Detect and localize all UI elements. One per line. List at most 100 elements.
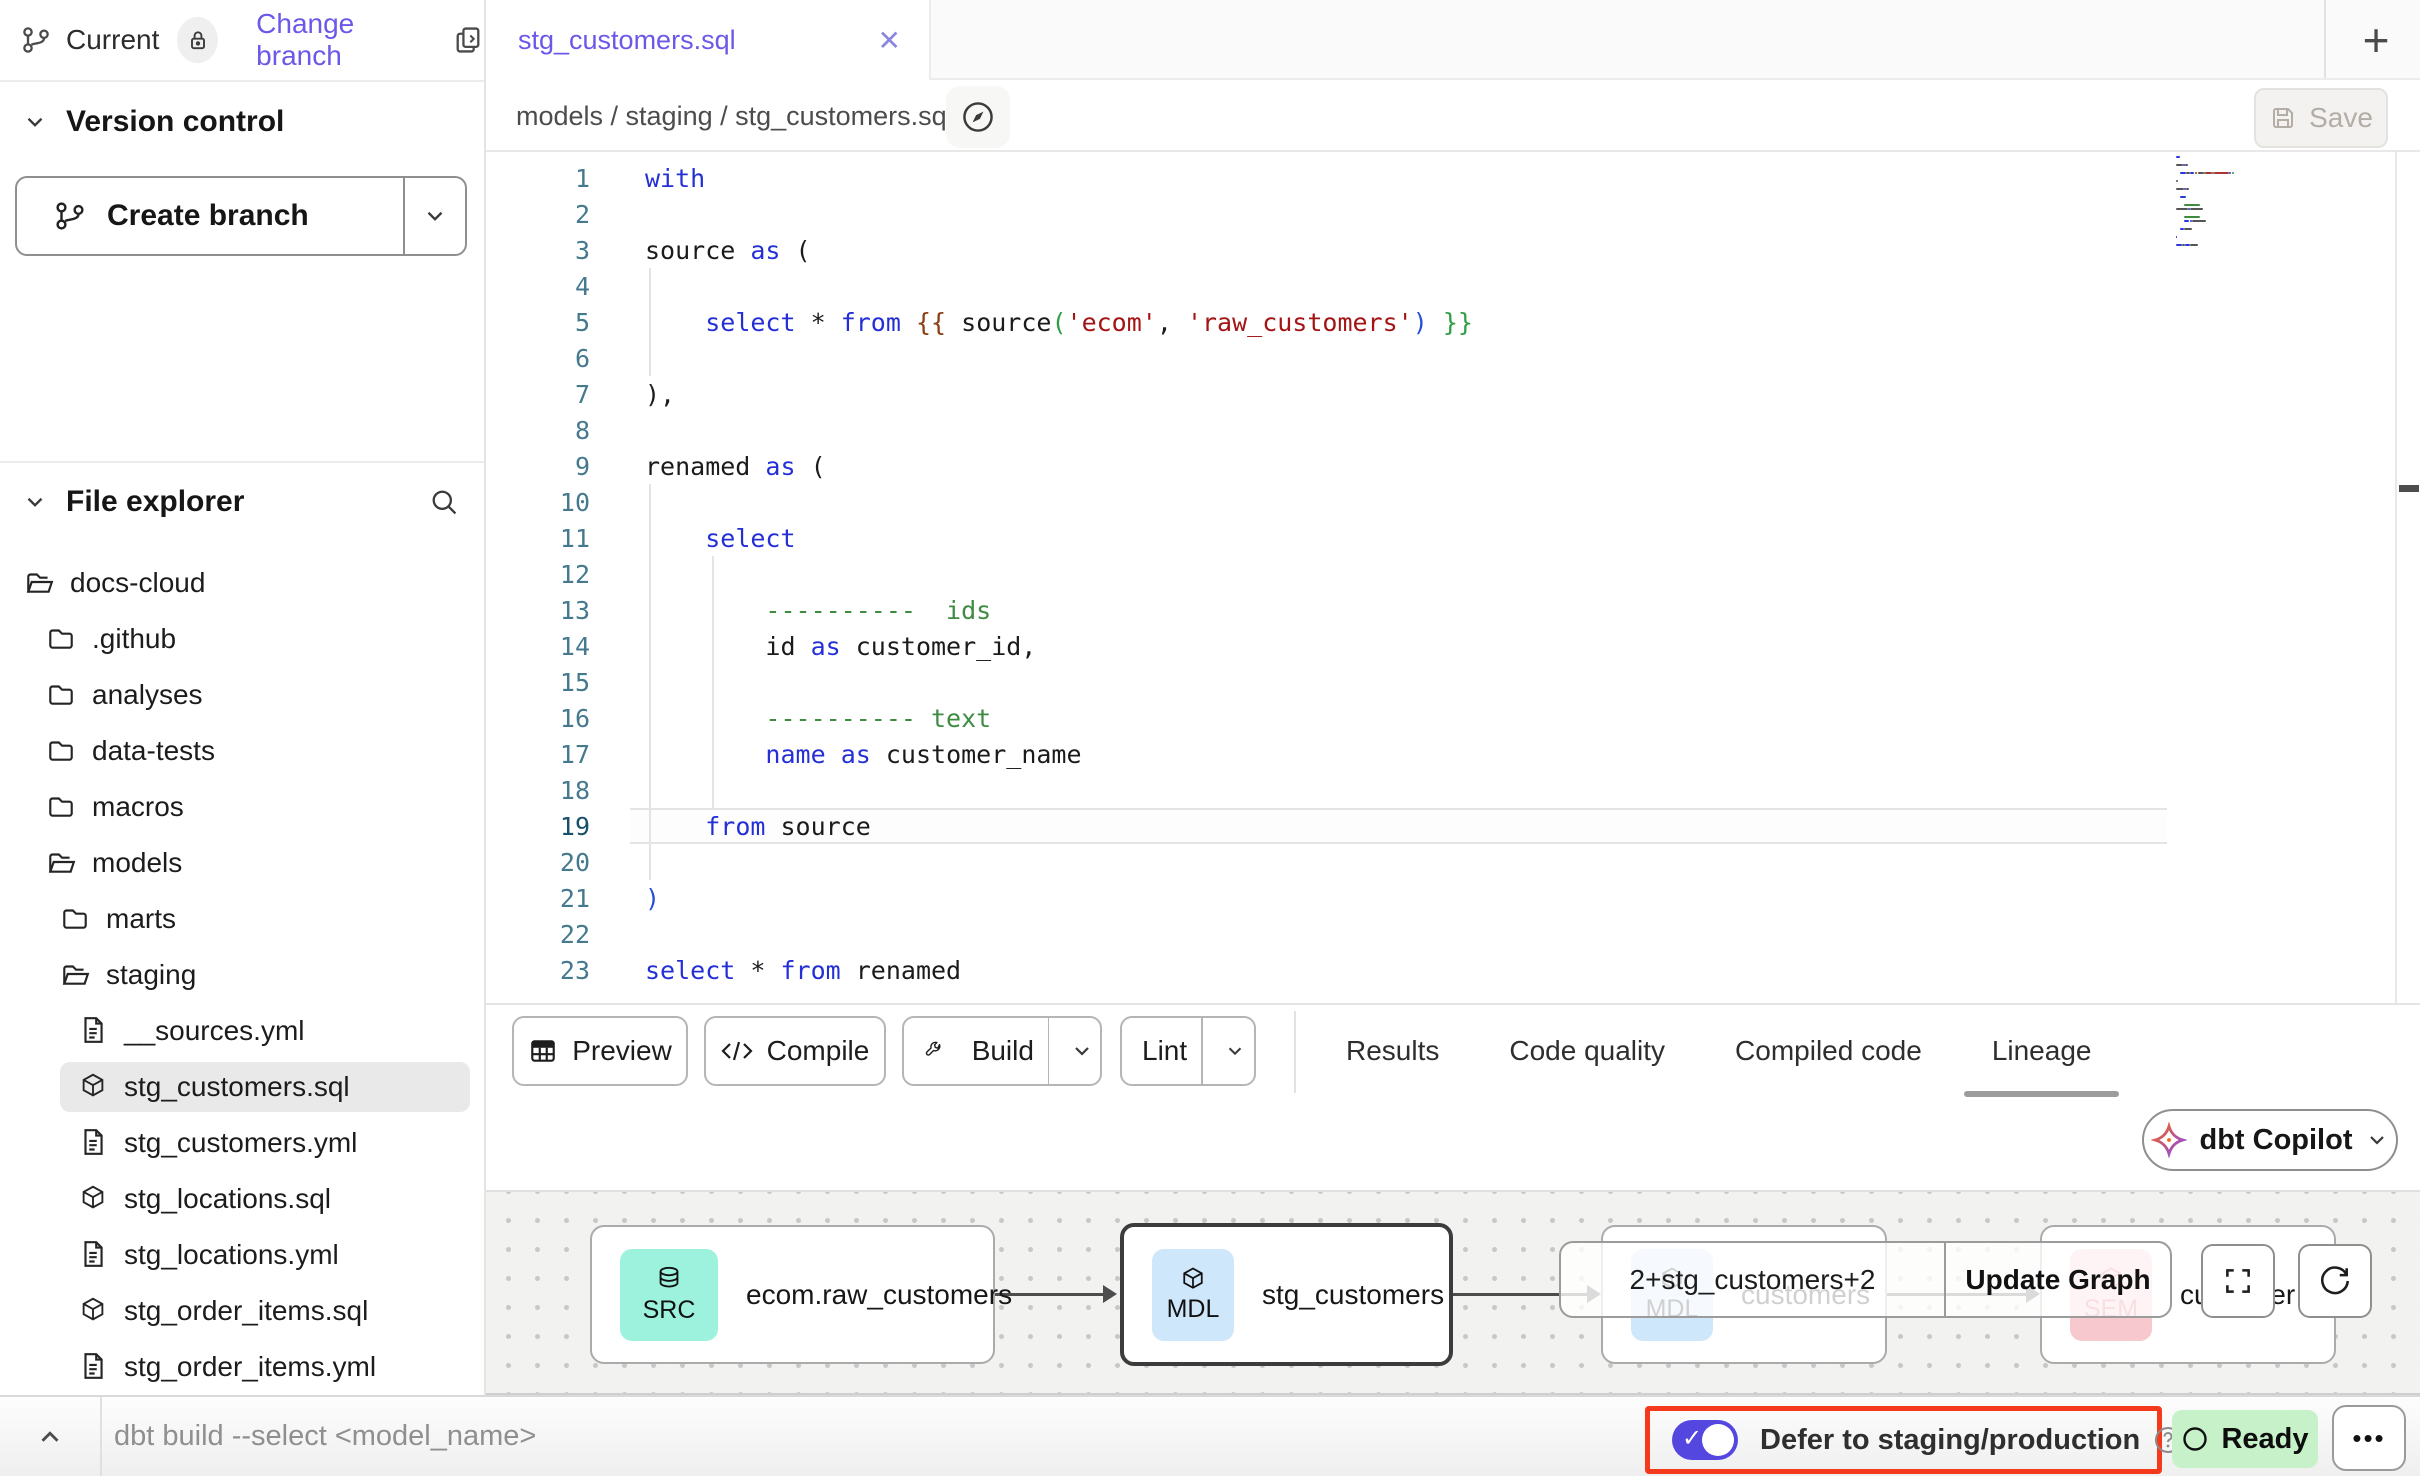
file-tree-item[interactable]: stg_locations.yml — [0, 1227, 484, 1283]
tab-stg-customers-sql[interactable]: stg_customers.sql ✕ — [486, 0, 931, 80]
yaml-file-icon — [78, 1239, 110, 1271]
code-line[interactable]: 19 from source — [486, 808, 2420, 844]
update-graph-button[interactable]: Update Graph — [1946, 1264, 2170, 1296]
file-tree-item-label: stg_order_items.sql — [124, 1295, 368, 1327]
change-branch-link[interactable]: Change branch — [256, 8, 426, 72]
more-options-button[interactable]: ••• — [2332, 1405, 2406, 1471]
file-tree-item[interactable]: stg_order_items.yml — [0, 1339, 484, 1395]
save-button[interactable]: Save — [2254, 88, 2388, 148]
folder-open-icon — [24, 567, 56, 599]
file-tree-item[interactable]: __sources.yml — [0, 1003, 484, 1059]
fullscreen-button[interactable] — [2201, 1244, 2275, 1318]
wrench-icon — [924, 1036, 944, 1066]
lineage-panel[interactable]: SRC ecom.raw_customers MDL stg_customers… — [486, 1190, 2420, 1395]
lineage-selector-input[interactable]: 2+stg_customers+2 — [1561, 1264, 1944, 1296]
create-branch-button[interactable]: Create branch — [15, 176, 467, 256]
file-tree-item[interactable]: macros — [0, 779, 484, 835]
build-dropdown[interactable] — [1063, 1039, 1100, 1063]
folder-icon — [46, 623, 78, 655]
status-badge[interactable]: Ready — [2172, 1410, 2318, 1468]
code-line[interactable]: 22 — [486, 916, 2420, 952]
code-line[interactable]: 15 — [486, 664, 2420, 700]
lineage-node-source[interactable]: SRC ecom.raw_customers — [590, 1225, 995, 1364]
code-line[interactable]: 23select * from renamed — [486, 952, 2420, 988]
overview-ruler-marker — [2399, 485, 2419, 492]
folder-icon — [46, 791, 78, 823]
file-tree-item[interactable]: marts — [0, 891, 484, 947]
code-line[interactable]: 4 — [486, 268, 2420, 304]
code-line[interactable]: 14 id as customer_id, — [486, 628, 2420, 664]
dbt-copilot-icon — [2151, 1122, 2187, 1158]
chevron-down-icon — [22, 489, 48, 515]
panel-tab-lineage[interactable]: Lineage — [1992, 1005, 2092, 1097]
file-tree-item[interactable]: .github — [0, 611, 484, 667]
compile-button[interactable]: Compile — [704, 1016, 886, 1086]
new-tab-button[interactable]: + — [2344, 8, 2408, 72]
git-branch-icon — [20, 24, 52, 56]
code-line[interactable]: 3source as ( — [486, 232, 2420, 268]
collapse-panel-button[interactable] — [18, 1397, 82, 1476]
code-text: ), — [645, 380, 675, 409]
code-line[interactable]: 6 — [486, 340, 2420, 376]
create-branch-dropdown[interactable] — [405, 203, 465, 229]
lineage-node-stg-customers[interactable]: MDL stg_customers — [1120, 1223, 1453, 1366]
panel-tabs: Results Code quality Compiled code Lineage — [1346, 1005, 2091, 1097]
code-line[interactable]: 18 — [486, 772, 2420, 808]
close-icon[interactable]: ✕ — [878, 24, 901, 57]
file-tree-item[interactable]: data-tests — [0, 723, 484, 779]
code-line[interactable]: 9renamed as ( — [486, 448, 2420, 484]
panel-tab-compiled-code[interactable]: Compiled code — [1735, 1005, 1922, 1097]
code-line[interactable]: 16 ---------- text — [486, 700, 2420, 736]
code-line[interactable]: 20 — [486, 844, 2420, 880]
build-button[interactable]: Build — [902, 1016, 1102, 1086]
file-explorer-section-header[interactable]: File explorer — [0, 476, 484, 528]
preview-button[interactable]: Preview — [512, 1016, 688, 1086]
overview-ruler[interactable] — [2395, 152, 2397, 1003]
file-tree-item[interactable]: stg_customers.yml — [0, 1115, 484, 1171]
code-text: renamed as ( — [645, 452, 826, 481]
code-line[interactable]: 1with — [486, 160, 2420, 196]
lineage-selector-bar: 2+stg_customers+2 Update Graph — [1559, 1241, 2172, 1318]
code-line[interactable]: 5 select * from {{ source('ecom', 'raw_c… — [486, 304, 2420, 340]
search-icon[interactable] — [428, 486, 460, 518]
file-tree-item[interactable]: models — [0, 835, 484, 891]
code-editor[interactable]: 1with23source as (45 select * from {{ so… — [486, 152, 2420, 1003]
refresh-button[interactable] — [2298, 1244, 2372, 1318]
lint-dropdown[interactable] — [1217, 1040, 1254, 1062]
file-tree-item-label: stg_customers.yml — [124, 1127, 357, 1159]
copy-icon[interactable] — [452, 24, 484, 56]
file-tree-item[interactable]: docs-cloud — [0, 555, 484, 611]
panel-tab-code-quality[interactable]: Code quality — [1509, 1005, 1665, 1097]
file-tree-item[interactable]: stg_customers.sql — [0, 1059, 484, 1115]
file-tree-item[interactable]: stg_locations.sql — [0, 1171, 484, 1227]
code-line[interactable]: 8 — [486, 412, 2420, 448]
code-line[interactable]: 13 ---------- ids — [486, 592, 2420, 628]
code-line[interactable]: 2 — [486, 196, 2420, 232]
explore-compass-button[interactable] — [946, 86, 1010, 148]
file-tree-item[interactable]: staging — [0, 947, 484, 1003]
file-tree-item[interactable]: stg_order_items.sql — [0, 1283, 484, 1339]
dbt-copilot-button[interactable]: dbt Copilot — [2142, 1109, 2398, 1171]
lint-button[interactable]: Lint — [1120, 1016, 1256, 1086]
file-tree-item[interactable]: analyses — [0, 667, 484, 723]
file-tree-item-label: models — [92, 847, 182, 879]
code-line[interactable]: 11 select — [486, 520, 2420, 556]
code-line[interactable]: 12 — [486, 556, 2420, 592]
panel-tab-results[interactable]: Results — [1346, 1005, 1439, 1097]
code-text: ---------- text — [645, 704, 991, 733]
line-number: 13 — [486, 596, 590, 625]
code-line[interactable]: 17 name as customer_name — [486, 736, 2420, 772]
command-input[interactable]: dbt build --select <model_name> — [114, 1397, 536, 1476]
defer-toggle[interactable]: ✓ — [1672, 1420, 1738, 1460]
line-number: 3 — [486, 236, 590, 265]
code-lines[interactable]: 1with23source as (45 select * from {{ so… — [486, 160, 2420, 988]
statusbar-divider — [100, 1397, 102, 1476]
chevron-down-icon — [22, 109, 48, 135]
code-line[interactable]: 21) — [486, 880, 2420, 916]
save-icon — [2269, 104, 2297, 132]
code-line[interactable]: 7), — [486, 376, 2420, 412]
fullscreen-icon — [2221, 1264, 2255, 1298]
yaml-file-icon — [78, 1127, 110, 1159]
version-control-section-header[interactable]: Version control — [0, 96, 484, 148]
code-line[interactable]: 10 — [486, 484, 2420, 520]
